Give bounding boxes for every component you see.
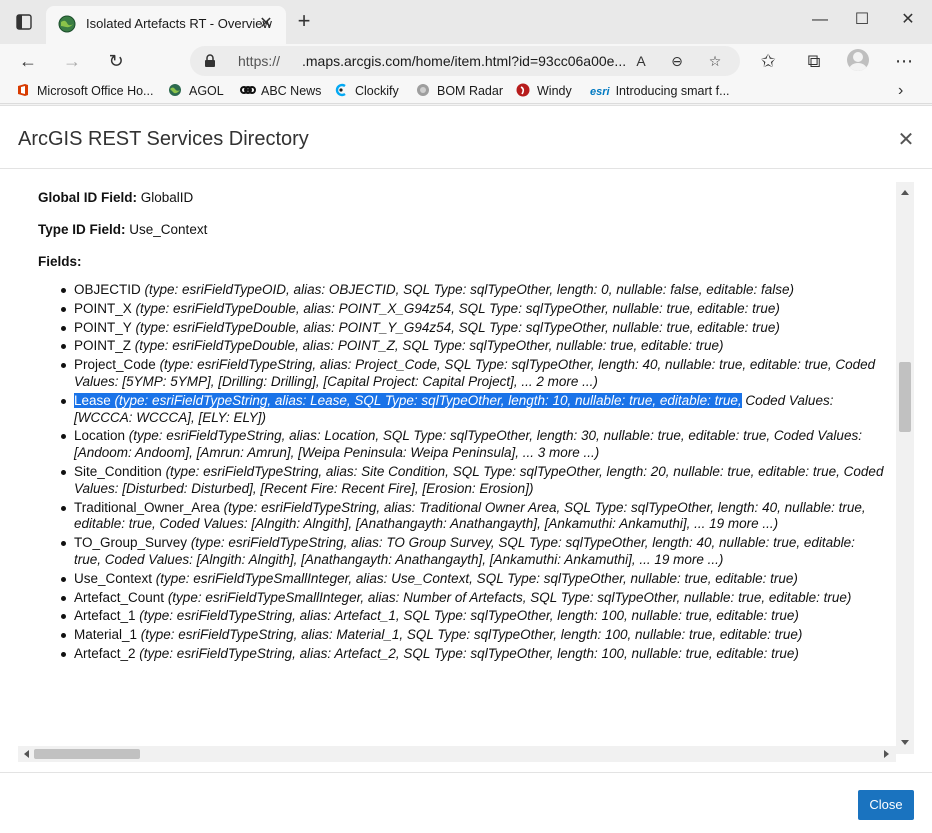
scroll-right-icon[interactable]	[884, 750, 889, 758]
settings-more-icon[interactable]: ⋯	[890, 48, 918, 74]
list-item: POINT_Z (type: esriFieldTypeDouble, alia…	[61, 338, 884, 355]
dialog-title: ArcGIS REST Services Directory	[18, 128, 309, 150]
list-item-selected[interactable]: Lease (type: esriFieldTypeString, alias:…	[61, 392, 884, 427]
horizontal-scrollbar[interactable]	[18, 746, 896, 762]
global-id-field: Global ID Field: GlobalID	[38, 190, 194, 205]
windy-icon	[516, 83, 530, 97]
back-icon[interactable]: ←	[14, 48, 42, 74]
favorite-windy[interactable]: Windy	[516, 82, 572, 100]
refresh-icon[interactable]: ↻	[102, 48, 130, 74]
radar-icon	[416, 83, 430, 97]
list-item: Artefact_Count (type: esriFieldTypeSmall…	[61, 590, 884, 607]
url-scheme: https://	[238, 53, 281, 69]
type-id-field: Type ID Field: Use_Context	[38, 222, 208, 237]
globe-icon	[58, 15, 76, 33]
list-item: Site_Condition (type: esriFieldTypeStrin…	[61, 463, 884, 496]
list-item: Artefact_2 (type: esriFieldTypeString, a…	[61, 646, 884, 663]
favorites-icon[interactable]: ✩	[754, 48, 782, 74]
close-button[interactable]: Close	[858, 790, 914, 820]
window-close-icon[interactable]: ✕	[894, 8, 922, 32]
maximize-icon[interactable]: ☐	[848, 8, 876, 32]
scroll-left-icon[interactable]	[24, 750, 29, 758]
favorite-abc-news[interactable]: ABC News	[240, 82, 321, 100]
list-item: Artefact_1 (type: esriFieldTypeString, a…	[61, 608, 884, 625]
clockify-icon	[334, 83, 348, 97]
address-bar[interactable]: https:// .maps.arcgis.com/home/item.html…	[190, 46, 740, 76]
list-item: Traditional_Owner_Area (type: esriFieldT…	[61, 500, 884, 534]
favorite-introducing-smart[interactable]: esri Introducing smart f...	[590, 82, 730, 100]
chevron-right-icon[interactable]: ›	[898, 82, 903, 100]
fields-heading: Fields:	[38, 254, 82, 269]
url-host: .maps.arcgis.com/home/item.html?id=93cc0…	[302, 53, 627, 69]
tab-actions-icon[interactable]	[14, 12, 34, 32]
rest-services-dialog: ArcGIS REST Services Directory ✕ Global …	[0, 105, 932, 833]
add-favorite-icon[interactable]: ☆	[704, 50, 726, 72]
lock-icon[interactable]	[204, 54, 216, 68]
list-item: TO_Group_Survey (type: esriFieldTypeStri…	[61, 535, 884, 569]
list-item: Project_Code (type: esriFieldTypeString,…	[61, 357, 884, 391]
horizontal-scroll-thumb[interactable]	[34, 749, 140, 759]
divider	[0, 168, 932, 169]
esri-icon: esri	[590, 86, 610, 98]
tab-bar: Isolated Artefacts RT - Overview ✕ + — ☐…	[0, 0, 932, 44]
fields-list: OBJECTID (type: esriFieldTypeOID, alias:…	[61, 282, 884, 663]
close-tab-icon[interactable]: ✕	[256, 14, 276, 34]
content-scroll-area[interactable]: Global ID Field: GlobalID Type ID Field:…	[18, 182, 896, 754]
favorite-clockify[interactable]: Clockify	[334, 82, 399, 100]
office-icon	[16, 83, 30, 97]
vertical-scroll-thumb[interactable]	[899, 362, 911, 432]
dialog-content[interactable]: Global ID Field: GlobalID Type ID Field:…	[18, 182, 914, 772]
minimize-icon[interactable]: —	[806, 8, 834, 32]
favorite-microsoft-office[interactable]: Microsoft Office Ho...	[16, 82, 153, 100]
collections-icon[interactable]: ⧉	[800, 48, 828, 74]
browser-tab[interactable]: Isolated Artefacts RT - Overview ✕	[46, 6, 286, 44]
list-item: Use_Context (type: esriFieldTypeSmallInt…	[61, 571, 884, 588]
abc-icon	[240, 83, 256, 97]
vertical-scrollbar[interactable]	[896, 182, 914, 754]
forward-icon[interactable]: →	[58, 48, 86, 74]
scroll-down-icon[interactable]	[901, 740, 909, 745]
favorites-bar: Microsoft Office Ho... AGOL ABC News Clo…	[0, 78, 932, 104]
divider	[0, 772, 932, 773]
navigation-bar: ← → ↻ https:// .maps.arcgis.com/home/ite…	[0, 44, 932, 78]
new-tab-icon[interactable]: +	[292, 10, 316, 34]
favorite-agol[interactable]: AGOL	[168, 82, 224, 100]
dialog-close-icon[interactable]: ✕	[895, 129, 917, 151]
read-aloud-icon[interactable]: A	[630, 50, 652, 72]
scroll-up-icon[interactable]	[901, 190, 909, 195]
list-item: OBJECTID (type: esriFieldTypeOID, alias:…	[61, 282, 884, 299]
list-item: POINT_Y (type: esriFieldTypeDouble, alia…	[61, 320, 884, 337]
tab-title: Isolated Artefacts RT - Overview	[86, 16, 272, 31]
list-item: Material_1 (type: esriFieldTypeString, a…	[61, 627, 884, 644]
list-item: Location (type: esriFieldTypeString, ali…	[61, 428, 884, 462]
list-item: POINT_X (type: esriFieldTypeDouble, alia…	[61, 301, 884, 318]
profile-avatar[interactable]	[847, 49, 869, 71]
globe-icon	[168, 83, 182, 97]
favorite-bom-radar[interactable]: BOM Radar	[416, 82, 503, 100]
zoom-out-icon[interactable]: ⊖	[666, 50, 688, 72]
